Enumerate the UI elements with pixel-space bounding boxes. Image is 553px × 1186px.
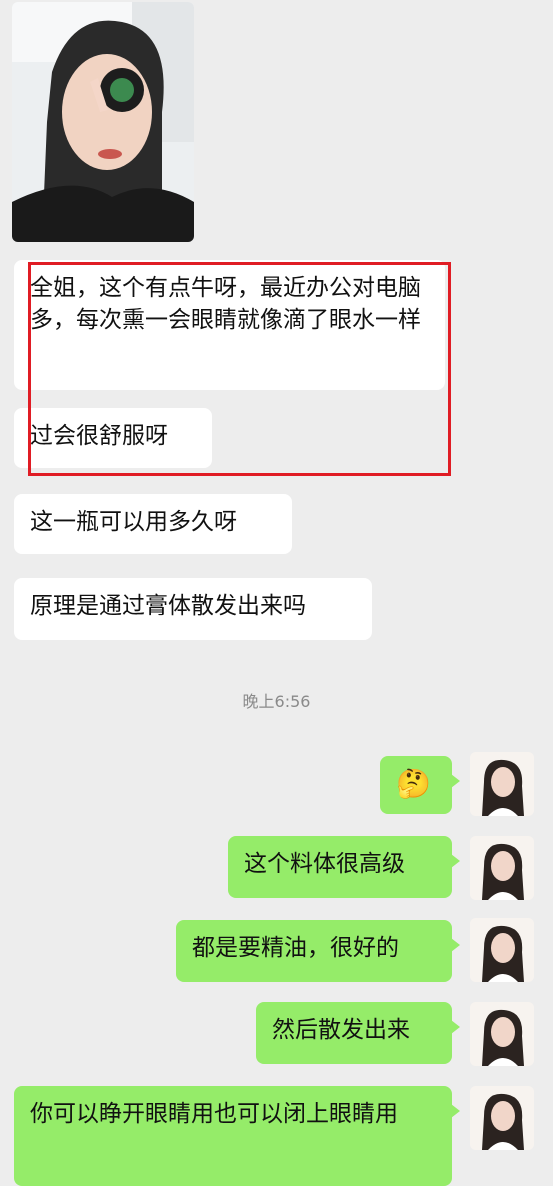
outgoing-message[interactable]: 你可以睁开眼睛用也可以闭上眼睛用 (14, 1086, 460, 1186)
message-text: 都是要精油，很好的 (192, 935, 399, 961)
incoming-message[interactable]: 过会很舒服呀 (14, 408, 212, 468)
message-timestamp: 晚上6:56 (242, 692, 311, 711)
outgoing-message[interactable]: 🤔 (380, 756, 460, 814)
message-text: 过会很舒服呀 (30, 423, 168, 449)
avatar-portrait-icon (470, 1086, 534, 1150)
message-text: 全姐，这个有点牛呀，最近办公对电脑多，每次熏一会眼睛就像滴了眼水一样 (30, 275, 421, 333)
message-text: 这个料体很高级 (244, 851, 405, 877)
incoming-message[interactable]: 全姐，这个有点牛呀，最近办公对电脑多，每次熏一会眼睛就像滴了眼水一样 (14, 260, 445, 390)
selfie-photo (12, 2, 194, 242)
outgoing-message[interactable]: 都是要精油，很好的 (176, 920, 460, 982)
incoming-photo-message[interactable] (12, 2, 194, 242)
avatar[interactable] (470, 1002, 534, 1066)
outgoing-message[interactable]: 然后散发出来 (256, 1002, 460, 1064)
avatar[interactable] (470, 1086, 534, 1150)
message-text: 你可以睁开眼睛用也可以闭上眼睛用 (30, 1101, 398, 1127)
avatar-portrait-icon (470, 1002, 534, 1066)
avatar-portrait-icon (470, 918, 534, 982)
thinking-emoji-icon: 🤔 (396, 767, 431, 800)
avatar[interactable] (470, 752, 534, 816)
avatar[interactable] (470, 836, 534, 900)
incoming-message[interactable]: 原理是通过膏体散发出来吗 (14, 578, 372, 640)
avatar-portrait-icon (470, 836, 534, 900)
outgoing-message[interactable]: 这个料体很高级 (228, 836, 460, 898)
avatar-portrait-icon (470, 752, 534, 816)
incoming-message[interactable]: 这一瓶可以用多久呀 (14, 494, 292, 554)
avatar[interactable] (470, 918, 534, 982)
message-text: 这一瓶可以用多久呀 (30, 509, 237, 535)
message-text: 原理是通过膏体散发出来吗 (30, 593, 306, 619)
message-text: 然后散发出来 (272, 1017, 410, 1043)
